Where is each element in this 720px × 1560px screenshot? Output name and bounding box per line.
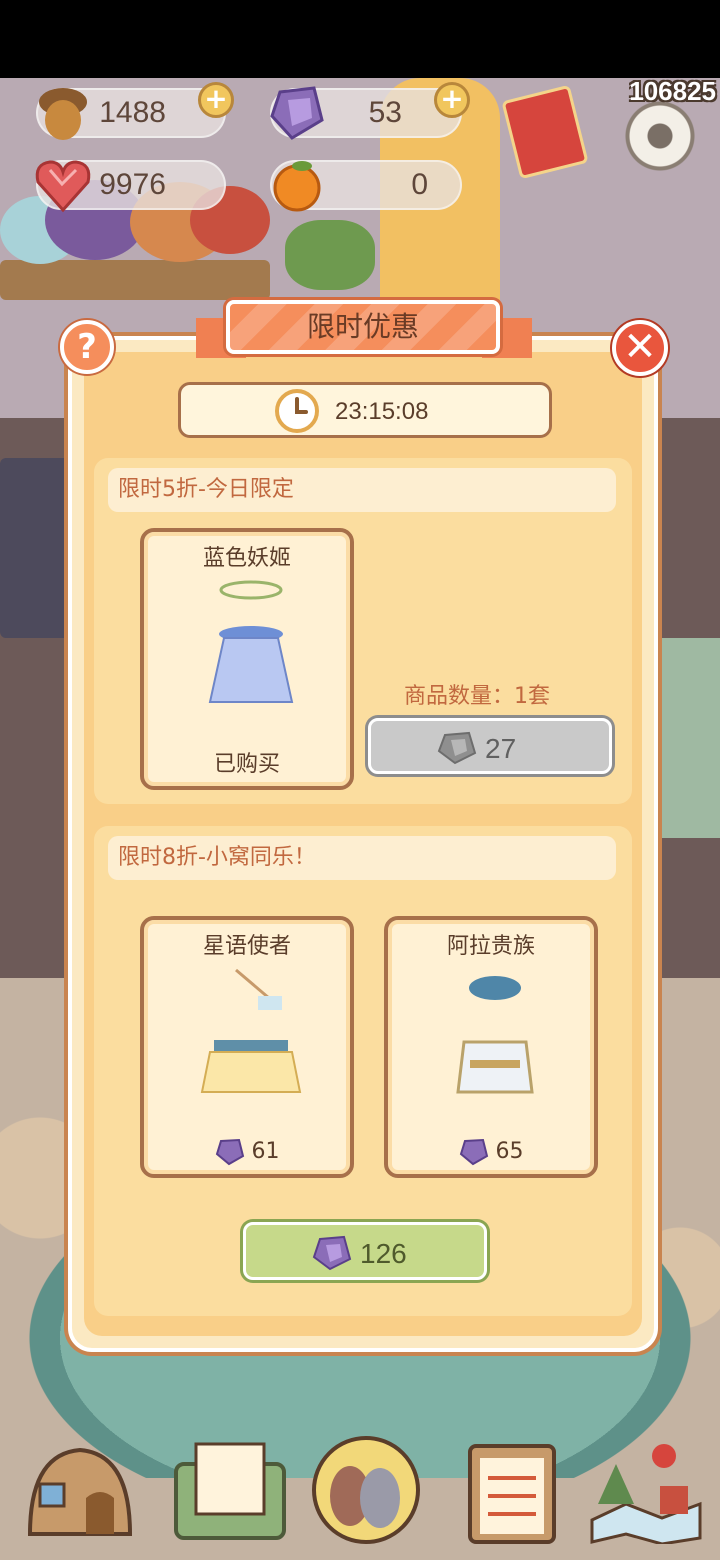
price-value: 27 <box>485 733 517 764</box>
wardrobe <box>0 458 70 638</box>
purple-gem-icon <box>459 1138 488 1166</box>
item-name: 阿拉贵族 <box>446 934 535 959</box>
dialog-title: 限时优惠 <box>226 300 500 354</box>
mail-icon[interactable] <box>170 1434 290 1544</box>
acorn-counter: 1488 + <box>36 82 234 140</box>
task-clipboard-icon[interactable] <box>452 1434 572 1544</box>
cream-dress-icon <box>200 968 302 1093</box>
price-value: 61 <box>251 1139 280 1164</box>
quantity-label: 商品数量：1套 <box>404 684 550 709</box>
heart-counter: 9976 <box>35 160 226 213</box>
item-status: 已购买 <box>213 752 280 777</box>
map-icon[interactable] <box>586 1434 706 1544</box>
purple-gem-icon <box>270 86 324 140</box>
hanging-plant <box>285 220 375 290</box>
orange-counter: 0 <box>270 160 462 212</box>
purple-gem-icon <box>312 1235 352 1271</box>
price-value: 65 <box>495 1139 524 1164</box>
item-name: 蓝色妖姬 <box>202 546 291 571</box>
countdown-timer: 23:15:08 <box>178 382 552 438</box>
total-price: 126 <box>360 1238 407 1269</box>
orange-icon <box>273 161 321 212</box>
section-title: 限时5折-今日限定 <box>108 468 616 512</box>
item-card-ara-noble[interactable]: 阿拉贵族 65 <box>384 916 598 1178</box>
clock-icon <box>275 389 319 433</box>
acorn-icon <box>39 88 87 140</box>
white-outfit-icon <box>456 976 534 1094</box>
acorn-value: 1488 <box>99 96 166 129</box>
purple-gem-icon <box>215 1138 244 1166</box>
blue-dress-icon <box>208 580 294 703</box>
item-card-blue-enchantress[interactable]: 蓝色妖姬 已购买 <box>140 528 354 790</box>
section-title: 限时8折-小窝同乐！ <box>108 836 616 880</box>
close-button[interactable]: ✕ <box>612 320 668 376</box>
heart-gem-icon <box>35 160 91 213</box>
player-id: 106825 <box>629 76 716 106</box>
gear-icon[interactable] <box>622 98 698 174</box>
buy-bundle-button[interactable]: 126 <box>243 1222 487 1280</box>
purchased-price-button[interactable]: 27 <box>368 718 612 774</box>
bottom-nav <box>0 1420 720 1560</box>
orange-value: 0 <box>411 168 428 201</box>
add-gem-button[interactable]: + <box>434 82 470 118</box>
help-button[interactable]: ? <box>60 320 114 374</box>
heart-value: 9976 <box>99 168 166 201</box>
item-price: 61 <box>144 1138 350 1166</box>
item-name: 星语使者 <box>202 934 291 959</box>
add-acorn-button[interactable]: + <box>198 82 234 118</box>
item-card-star-messenger[interactable]: 星语使者 61 <box>140 916 354 1178</box>
item-price: 65 <box>388 1138 594 1166</box>
timer-text: 23:15:08 <box>335 398 429 425</box>
pets-icon[interactable] <box>306 1434 426 1544</box>
gem-counter: 53 + <box>270 82 470 140</box>
house-icon[interactable] <box>20 1434 140 1544</box>
gem-value: 53 <box>368 96 402 129</box>
gray-gem-icon <box>437 731 477 765</box>
status-bar <box>0 0 720 78</box>
